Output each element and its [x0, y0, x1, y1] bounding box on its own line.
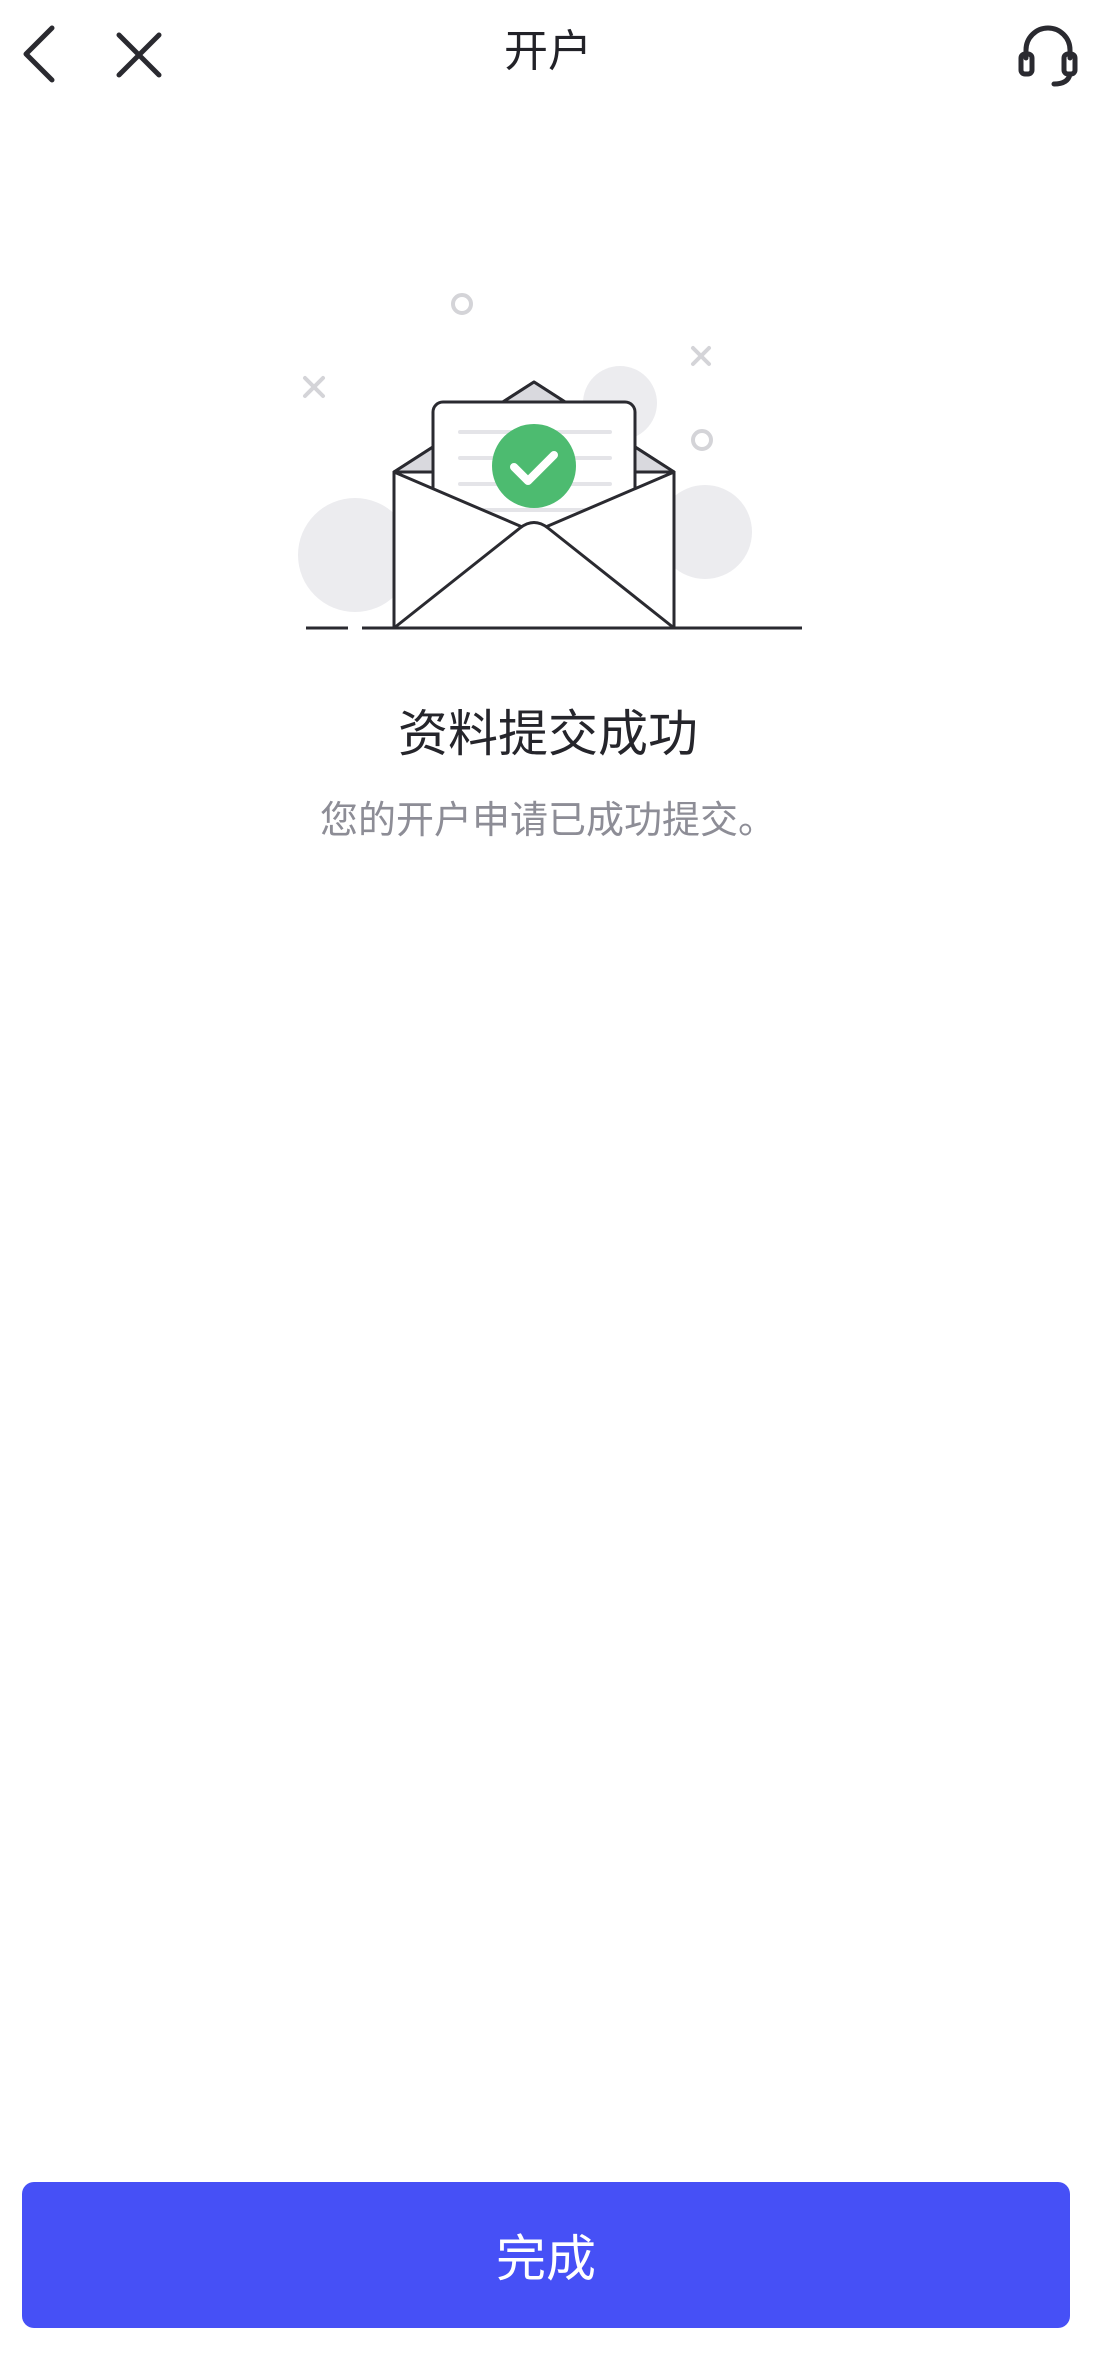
success-check-icon [492, 424, 576, 508]
close-icon [116, 32, 162, 78]
headset-icon [1018, 25, 1078, 87]
done-button[interactable]: 完成 [22, 2182, 1070, 2328]
chevron-left-icon [23, 25, 55, 83]
close-button[interactable] [104, 18, 174, 88]
top-navigation-bar: 开户 [0, 0, 1096, 110]
result-description: 您的开户申请已成功提交。 [319, 798, 776, 842]
result-title: 资料提交成功 [398, 705, 698, 763]
back-button[interactable] [14, 18, 84, 88]
envelope-success-illustration [280, 270, 820, 650]
customer-service-button[interactable] [1010, 16, 1086, 92]
